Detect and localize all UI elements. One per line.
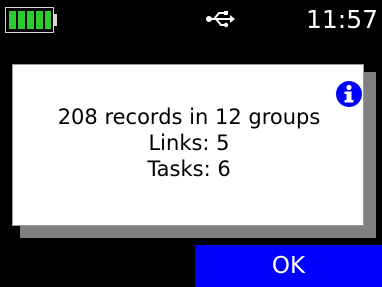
links-count-text: Links: 5	[148, 131, 230, 155]
battery-full-icon	[5, 7, 57, 33]
tasks-count-text: Tasks: 6	[147, 157, 231, 181]
ok-button[interactable]: OK	[195, 245, 382, 287]
status-bar: 11:57	[0, 0, 382, 40]
clock: 11:57	[305, 5, 378, 34]
records-summary-text: 208 records in 12 groups	[57, 105, 321, 129]
usb-icon	[206, 11, 235, 28]
info-dialog: 208 records in 12 groups Links: 5 Tasks:…	[12, 64, 364, 226]
